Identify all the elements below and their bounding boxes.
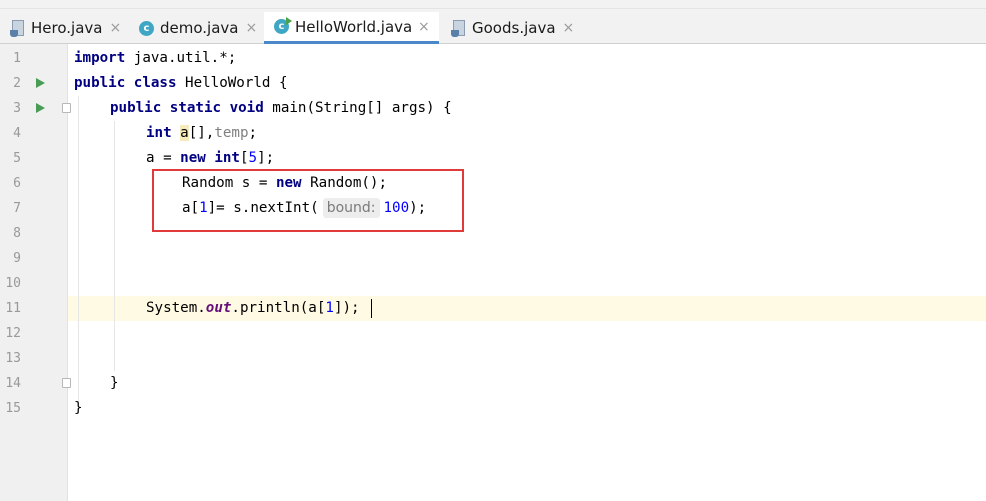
editor-tab-bar: Hero.java × c demo.java × c HelloWorld.j… (0, 0, 986, 44)
java-file-icon (451, 19, 467, 37)
code-text: public class HelloWorld { (74, 75, 288, 91)
line-number: 4 (13, 126, 21, 141)
tab-label: HelloWorld.java (295, 17, 411, 36)
code-line-10: 10 (0, 271, 986, 296)
code-line-9: 9 (0, 246, 986, 271)
tab-demo-java[interactable]: c demo.java × (129, 12, 262, 44)
code-line-11: 11 System.out.println(a[1]); (0, 296, 986, 321)
code-text: } (110, 375, 119, 391)
tab-goods-java[interactable]: Goods.java × (441, 12, 581, 44)
code-line-8: 8 (0, 221, 986, 246)
code-line-1: 1 import java.util.*; (0, 46, 986, 71)
code-line-5: 5 a = new int[5]; (0, 146, 986, 171)
line-number: 7 (13, 201, 21, 216)
line-number: 5 (13, 151, 21, 166)
annotation-highlight-box (152, 169, 464, 232)
code-text: import java.util.*; (74, 50, 237, 66)
line-number: 13 (5, 351, 21, 366)
line-number: 9 (13, 251, 21, 266)
java-class-icon: c (274, 17, 292, 35)
code-text: a = new int[5]; (146, 150, 275, 166)
close-icon[interactable]: × (109, 20, 121, 36)
code-text: } (74, 400, 83, 416)
run-icon[interactable] (36, 78, 45, 88)
line-number: 6 (13, 176, 21, 191)
line-number: 12 (5, 326, 21, 341)
line-number: 8 (13, 226, 21, 241)
tab-helloworld-java[interactable]: c HelloWorld.java × (264, 12, 439, 44)
fold-toggle-icon[interactable] (62, 103, 71, 113)
close-icon[interactable]: × (245, 20, 257, 36)
line-number: 11 (5, 301, 21, 316)
code-text: int a[],temp; (146, 125, 258, 141)
line-number: 1 (13, 51, 21, 66)
java-file-icon (10, 19, 26, 37)
code-line-6: 6 Random s = new Random(); (0, 171, 986, 196)
tab-label: demo.java (160, 19, 239, 37)
line-number: 15 (5, 401, 21, 416)
code-line-7: 7 a[1]= s.nextInt(bound: 100); (0, 196, 986, 221)
close-icon[interactable]: × (563, 20, 575, 36)
code-line-3: 3 public static void main(String[] args)… (0, 96, 986, 121)
line-number: 3 (13, 101, 21, 116)
java-class-icon: c (139, 20, 155, 37)
tab-bar-divider (0, 8, 986, 9)
run-icon[interactable] (36, 103, 45, 113)
code-text: System.out.println(a[1]); (146, 300, 360, 316)
code-text: public static void main(String[] args) { (110, 100, 452, 116)
line-number: 10 (5, 276, 21, 291)
code-line-12: 12 (0, 321, 986, 346)
code-line-4: 4 int a[],temp; (0, 121, 986, 146)
code-line-2: 2 public class HelloWorld { (0, 71, 986, 96)
code-line-13: 13 (0, 346, 986, 371)
fold-toggle-icon[interactable] (62, 378, 71, 388)
tab-label: Goods.java (472, 19, 556, 37)
line-number: 2 (13, 76, 21, 91)
code-line-15: 15 } (0, 396, 986, 421)
tab-hero-java[interactable]: Hero.java × (0, 12, 128, 44)
close-icon[interactable]: × (418, 19, 430, 35)
tab-label: Hero.java (31, 19, 103, 37)
text-caret (371, 299, 372, 318)
line-number: 14 (5, 376, 21, 391)
code-line-14: 14 } (0, 371, 986, 396)
